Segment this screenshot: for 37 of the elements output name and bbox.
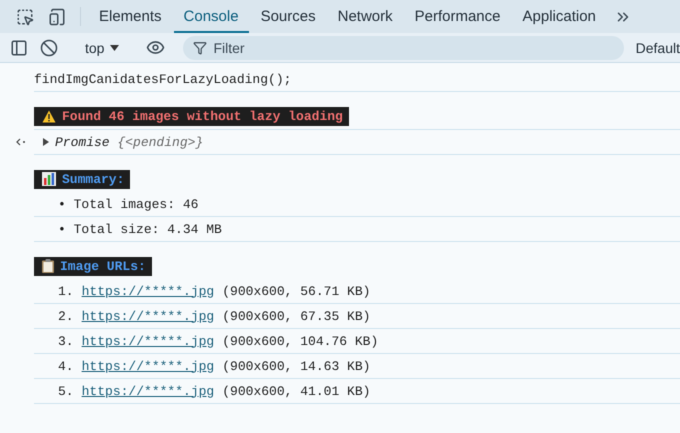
image-details: (900x600, 56.71 KB) [222,284,370,298]
styled-log-message: Found 46 images without lazy loading [34,106,349,126]
styled-log-message: Summary: [34,170,130,188]
bar-chart-icon [42,172,56,186]
image-link[interactable]: https://*****.jpg [82,384,214,398]
panel-tab[interactable]: Application [512,0,606,33]
panel-tab[interactable]: Network [328,0,403,33]
summary-item: • Total images: 46 [58,196,198,212]
summary-item: • Total size: 4.34 MB [58,222,222,236]
expand-triangle-icon[interactable] [42,138,50,146]
filter-field[interactable]: Filter [183,36,624,60]
promise-object[interactable]: Promise {<pending>} [55,134,204,150]
filter-icon [193,40,208,54]
list-number: 5. [58,384,74,398]
panel-tab[interactable]: Sources [250,0,326,33]
styled-log-message: Image URLs: [34,256,152,276]
clipboard-icon [42,259,54,273]
caret-icon [110,44,120,50]
warning-icon [42,110,56,122]
image-details: (900x600, 104.76 KB) [222,334,378,348]
image-link[interactable]: https://*****.jpg [82,358,214,374]
panel-tab[interactable]: Elements [89,0,172,33]
return-value-icon [16,138,26,146]
list-number: 3. [58,334,74,348]
context-selector[interactable]: top [77,40,128,56]
log-levels-dropdown[interactable]: Default [636,40,680,56]
image-details: (900x600, 14.63 KB) [222,358,370,374]
panel-tab[interactable]: Performance [404,0,510,33]
image-link[interactable]: https://*****.jpg [82,334,214,348]
list-number: 1. [58,284,74,298]
console-command: findImgCanidatesForLazyLoading(); [34,72,292,86]
image-details: (900x600, 67.35 KB) [222,308,370,324]
list-number: 4. [58,358,74,374]
list-number: 2. [58,308,74,324]
image-link[interactable]: https://*****.jpg [82,284,214,298]
image-details: (900x600, 41.01 KB) [222,384,370,398]
image-link[interactable]: https://*****.jpg [82,308,214,324]
